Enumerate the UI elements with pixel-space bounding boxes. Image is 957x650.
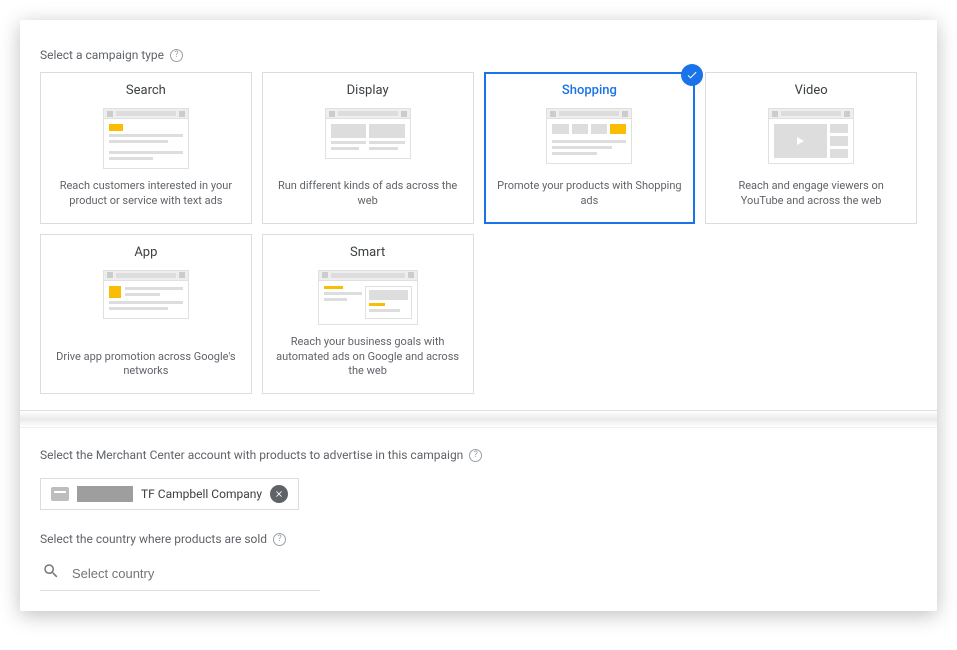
campaign-type-label-row: Select a campaign type ? (40, 48, 917, 62)
help-icon[interactable]: ? (273, 533, 286, 546)
campaign-tile-smart[interactable]: Smart (262, 234, 474, 395)
tile-title: Shopping (562, 83, 617, 98)
tile-desc: Run different kinds of ads across the we… (275, 179, 461, 209)
thumbnail-search (103, 108, 189, 169)
help-icon[interactable]: ? (469, 449, 482, 462)
merchant-center-icon (51, 487, 69, 501)
tile-title: App (134, 245, 157, 260)
section-divider (20, 410, 937, 428)
merchant-name: TF Campbell Company (141, 487, 262, 501)
search-icon (42, 562, 60, 584)
tile-title: Smart (350, 245, 385, 260)
help-icon[interactable]: ? (170, 49, 183, 62)
checkmark-icon (681, 64, 703, 86)
tile-title: Video (795, 83, 828, 98)
merchant-label-row: Select the Merchant Center account with … (40, 448, 917, 462)
country-label: Select the country where products are so… (40, 532, 267, 546)
tile-desc: Promote your products with Shopping ads (497, 179, 683, 209)
campaign-type-grid: Search Reach customers interested in you… (40, 72, 917, 394)
campaign-tile-display[interactable]: Display Run different kinds of ads acros… (262, 72, 474, 224)
country-input[interactable] (72, 566, 318, 581)
campaign-setup-card: Select a campaign type ? Search Reach cu… (20, 20, 937, 611)
tile-desc: Reach your business goals with automated… (275, 335, 461, 380)
campaign-tile-shopping[interactable]: Shopping Promote your products with (484, 72, 696, 224)
thumbnail-smart (318, 270, 418, 325)
merchant-chip[interactable]: TF Campbell Company (40, 478, 299, 510)
tile-title: Display (347, 83, 389, 98)
tile-desc: Reach customers interested in your produ… (53, 179, 239, 209)
country-label-row: Select the country where products are so… (40, 532, 917, 546)
thumbnail-video (768, 108, 854, 164)
tile-desc: Drive app promotion across Google's netw… (53, 350, 239, 380)
merchant-label: Select the Merchant Center account with … (40, 448, 463, 462)
thumbnail-app (103, 270, 189, 319)
country-selector[interactable] (40, 556, 320, 591)
redacted-id (77, 486, 133, 502)
campaign-tile-app[interactable]: App Drive app promotion across Google's … (40, 234, 252, 395)
thumbnail-display (325, 108, 411, 159)
tile-title: Search (126, 83, 166, 98)
thumbnail-shopping (546, 108, 632, 164)
merchant-section: Select the Merchant Center account with … (40, 428, 917, 591)
remove-icon[interactable] (270, 485, 288, 503)
campaign-tile-video[interactable]: Video Reach and engage viewers on YouTub… (705, 72, 917, 224)
campaign-type-label: Select a campaign type (40, 48, 164, 62)
campaign-tile-search[interactable]: Search Reach customers interested in you… (40, 72, 252, 224)
tile-desc: Reach and engage viewers on YouTube and … (718, 179, 904, 209)
